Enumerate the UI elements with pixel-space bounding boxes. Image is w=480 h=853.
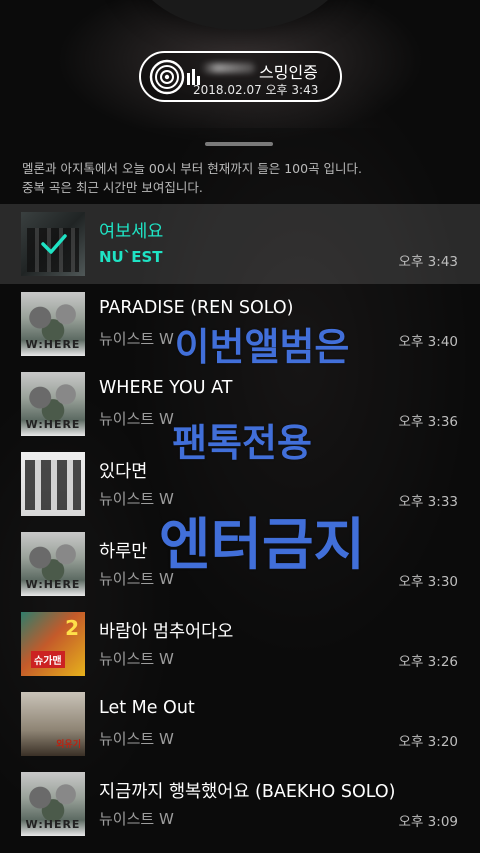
track-artist: 뉴이스트 W	[99, 330, 174, 348]
album-art-label: 외유기	[56, 740, 81, 750]
track-played-time: 오후 3:33	[398, 494, 458, 510]
vinyl-disc-icon	[149, 59, 185, 95]
track-played-time: 오후 3:40	[398, 334, 458, 350]
track-title: 하루만	[99, 542, 148, 562]
album-thumbnail: W:HERE	[21, 532, 85, 596]
track-list: 여보세요 NU`EST 오후 3:43 W:HERE PARADISE (REN…	[0, 204, 480, 844]
track-row[interactable]: W:HERE PARADISE (REN SOLO) 뉴이스트 W 오후 3:4…	[0, 284, 480, 364]
blurred-username	[201, 63, 255, 73]
track-artist: 뉴이스트 W	[99, 490, 174, 508]
album-art-label: W:HERE	[25, 578, 81, 591]
track-played-time: 오후 3:30	[398, 574, 458, 590]
track-row[interactable]: W:HERE 지금까지 행복했어요 (BAEKHO SOLO) 뉴이스트 W 오…	[0, 764, 480, 844]
track-played-time: 오후 3:43	[398, 254, 458, 270]
album-art-label: W:HERE	[25, 418, 81, 431]
drag-handle[interactable]	[205, 142, 273, 146]
notice-line-1: 멜론과 아지톡에서 오늘 00시 부터 현재까지 들은 100곡 입니다.	[22, 161, 363, 176]
album-thumbnail: 외유기	[21, 692, 85, 756]
album-thumbnail: 2 슈가맨	[21, 612, 85, 676]
track-title: 지금까지 행복했어요 (BAEKHO SOLO)	[99, 782, 396, 802]
album-art-number: 2	[65, 616, 79, 640]
track-played-time: 오후 3:26	[398, 654, 458, 670]
notice-text: 멜론과 아지톡에서 오늘 00시 부터 현재까지 들은 100곡 입니다. 중복…	[22, 159, 362, 197]
track-row-current[interactable]: 여보세요 NU`EST 오후 3:43	[0, 204, 480, 284]
track-artist: 뉴이스트 W	[99, 570, 174, 588]
streaming-proof-badge[interactable]: 스밍인증 2018.02.07 오후 3:43	[139, 51, 342, 102]
track-artist: 뉴이스트 W	[99, 650, 174, 668]
badge-datetime: 2018.02.07 오후 3:43	[193, 83, 319, 97]
album-thumbnail: W:HERE	[21, 292, 85, 356]
album-thumbnail	[21, 452, 85, 516]
album-art-label: W:HERE	[25, 818, 81, 831]
track-title: 있다면	[99, 462, 148, 482]
album-thumbnail	[21, 212, 85, 276]
album-art-label: W:HERE	[25, 338, 81, 351]
track-title: PARADISE (REN SOLO)	[99, 298, 294, 318]
track-played-time: 오후 3:09	[398, 814, 458, 830]
track-row[interactable]: 있다면 뉴이스트 W 오후 3:33	[0, 444, 480, 524]
track-artist: 뉴이스트 W	[99, 810, 174, 828]
track-row[interactable]: 2 슈가맨 바람아 멈추어다오 뉴이스트 W 오후 3:26	[0, 604, 480, 684]
track-artist: NU`EST	[99, 248, 163, 266]
track-played-time: 오후 3:36	[398, 414, 458, 430]
now-playing-check-icon	[41, 234, 67, 254]
history-sheet: 멜론과 아지톡에서 오늘 00시 부터 현재까지 들은 100곡 입니다. 중복…	[0, 128, 480, 853]
album-thumbnail: W:HERE	[21, 372, 85, 436]
track-row[interactable]: 외유기 Let Me Out 뉴이스트 W 오후 3:20	[0, 684, 480, 764]
album-thumbnail: W:HERE	[21, 772, 85, 836]
badge-title: 스밍인증	[259, 63, 318, 82]
track-row[interactable]: W:HERE WHERE YOU AT 뉴이스트 W 오후 3:36	[0, 364, 480, 444]
track-artist: 뉴이스트 W	[99, 410, 174, 428]
track-row[interactable]: W:HERE 하루만 뉴이스트 W 오후 3:30	[0, 524, 480, 604]
track-artist: 뉴이스트 W	[99, 730, 174, 748]
notice-line-2: 중복 곡은 최근 시간만 보여집니다.	[22, 180, 203, 195]
track-title: Let Me Out	[99, 698, 195, 718]
track-title: WHERE YOU AT	[99, 378, 233, 398]
track-played-time: 오후 3:20	[398, 734, 458, 750]
album-art-label: 슈가맨	[31, 651, 65, 668]
track-title: 바람아 멈추어다오	[99, 622, 234, 642]
track-title: 여보세요	[99, 222, 164, 242]
